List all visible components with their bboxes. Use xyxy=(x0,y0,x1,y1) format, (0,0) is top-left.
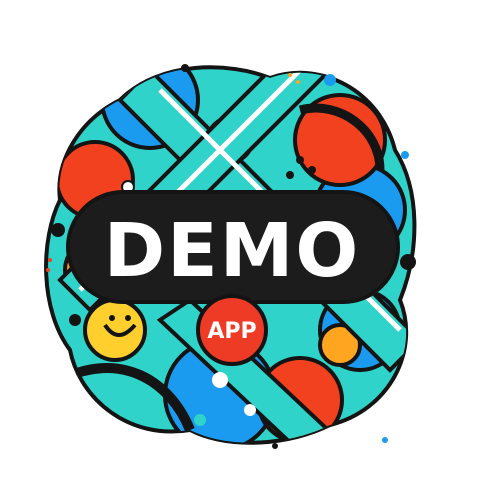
dot-decoration xyxy=(324,74,336,86)
logo-subtitle: APP xyxy=(207,319,256,344)
dot-decoration xyxy=(400,254,416,270)
logo-title: DEMO xyxy=(104,208,361,294)
dot-decoration xyxy=(181,64,189,72)
dot-decoration xyxy=(382,437,388,443)
dot-decoration xyxy=(48,258,52,262)
demo-app-logo: DEMO APP xyxy=(0,0,500,500)
dot-decoration xyxy=(401,151,409,159)
dot-decoration xyxy=(272,443,278,449)
dot-decoration xyxy=(296,80,300,84)
dot-decoration xyxy=(46,268,50,272)
dot-decoration xyxy=(288,73,292,77)
dot-decoration xyxy=(51,223,65,237)
logo-artwork: DEMO APP xyxy=(44,64,417,449)
